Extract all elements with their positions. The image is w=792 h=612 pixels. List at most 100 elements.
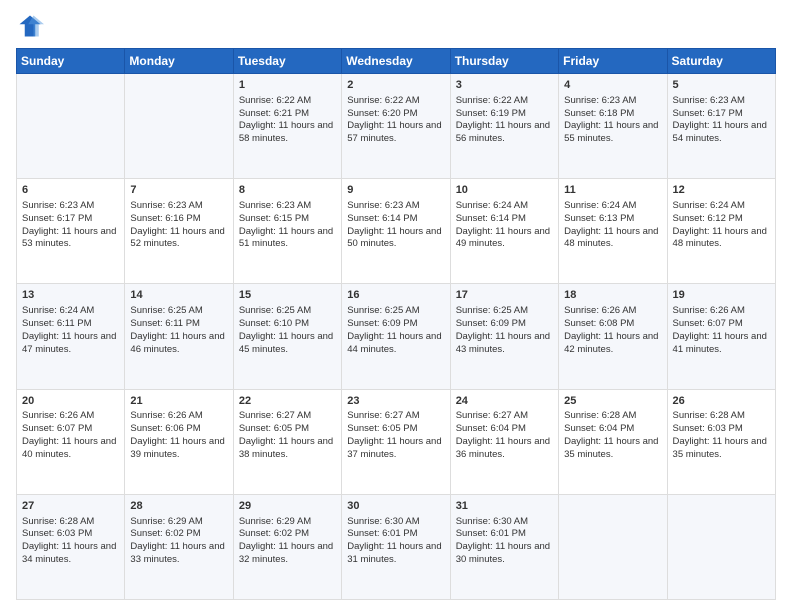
day-cell: 22Sunrise: 6:27 AMSunset: 6:05 PMDayligh… (233, 389, 341, 494)
day-cell: 20Sunrise: 6:26 AMSunset: 6:07 PMDayligh… (17, 389, 125, 494)
day-info: Sunrise: 6:28 AMSunset: 6:04 PMDaylight:… (564, 410, 658, 459)
day-cell (667, 494, 775, 599)
day-number: 24 (456, 394, 553, 409)
day-number: 20 (22, 394, 119, 409)
weekday-header-saturday: Saturday (667, 49, 775, 74)
day-cell: 5 Sunrise: 6:23 AMSunset: 6:17 PMDaylight… (667, 74, 775, 179)
day-cell: 4Sunrise: 6:23 AMSunset: 6:18 PMDaylight… (559, 74, 667, 179)
day-info: Sunrise: 6:25 AMSunset: 6:09 PMDaylight:… (347, 305, 441, 354)
weekday-header-sunday: Sunday (17, 49, 125, 74)
day-number: 4 (564, 78, 661, 93)
day-cell: 19 Sunrise: 6:26 AMSunset: 6:07 PMDayligh… (667, 284, 775, 389)
day-cell: 6Sunrise: 6:23 AMSunset: 6:17 PMDaylight… (17, 179, 125, 284)
day-cell: 21Sunrise: 6:26 AMSunset: 6:06 PMDayligh… (125, 389, 233, 494)
day-number: 31 (456, 499, 553, 514)
day-cell: 13Sunrise: 6:24 AMSunset: 6:11 PMDayligh… (17, 284, 125, 389)
day-cell: 24Sunrise: 6:27 AMSunset: 6:04 PMDayligh… (450, 389, 558, 494)
day-info: Sunrise: 6:23 AMSunset: 6:17 PMDaylight:… (673, 95, 767, 144)
day-number: 7 (130, 183, 227, 198)
day-cell: 17Sunrise: 6:25 AMSunset: 6:09 PMDayligh… (450, 284, 558, 389)
weekday-header-monday: Monday (125, 49, 233, 74)
calendar-header: SundayMondayTuesdayWednesdayThursdayFrid… (17, 49, 776, 74)
day-info: Sunrise: 6:26 AMSunset: 6:07 PMDaylight:… (22, 410, 116, 459)
day-cell: 7 Sunrise: 6:23 AMSunset: 6:16 PMDaylight… (125, 179, 233, 284)
day-number: 9 (347, 183, 444, 198)
day-info: Sunrise: 6:22 AMSunset: 6:21 PMDaylight:… (239, 95, 333, 144)
day-info: Sunrise: 6:27 AMSunset: 6:05 PMDaylight:… (347, 410, 441, 459)
day-info: Sunrise: 6:22 AMSunset: 6:20 PMDaylight:… (347, 95, 441, 144)
day-cell (125, 74, 233, 179)
day-number: 3 (456, 78, 553, 93)
week-row-5: 27 Sunrise: 6:28 AMSunset: 6:03 PMDayligh… (17, 494, 776, 599)
day-number: 13 (22, 288, 119, 303)
day-number: 27 (22, 499, 119, 514)
day-cell: 1Sunrise: 6:22 AMSunset: 6:21 PMDaylight… (233, 74, 341, 179)
day-number: 14 (130, 288, 227, 303)
day-number: 15 (239, 288, 336, 303)
day-number: 19 (673, 288, 770, 303)
day-number: 29 (239, 499, 336, 514)
day-info: Sunrise: 6:26 AMSunset: 6:08 PMDaylight:… (564, 305, 658, 354)
day-cell: 3Sunrise: 6:22 AMSunset: 6:19 PMDaylight… (450, 74, 558, 179)
day-cell: 11 Sunrise: 6:24 AMSunset: 6:13 PMDayligh… (559, 179, 667, 284)
day-info: Sunrise: 6:23 AMSunset: 6:15 PMDaylight:… (239, 200, 333, 249)
week-row-2: 6Sunrise: 6:23 AMSunset: 6:17 PMDaylight… (17, 179, 776, 284)
day-cell: 28 Sunrise: 6:29 AMSunset: 6:02 PMDayligh… (125, 494, 233, 599)
calendar: SundayMondayTuesdayWednesdayThursdayFrid… (16, 48, 776, 600)
logo-icon (16, 12, 44, 40)
day-info: Sunrise: 6:25 AMSunset: 6:10 PMDaylight:… (239, 305, 333, 354)
day-number: 10 (456, 183, 553, 198)
page: SundayMondayTuesdayWednesdayThursdayFrid… (0, 0, 792, 612)
day-info: Sunrise: 6:30 AMSunset: 6:01 PMDaylight:… (456, 516, 550, 565)
day-cell: 9 Sunrise: 6:23 AMSunset: 6:14 PMDaylight… (342, 179, 450, 284)
day-info: Sunrise: 6:29 AMSunset: 6:02 PMDaylight:… (239, 516, 333, 565)
day-cell: 29 Sunrise: 6:29 AMSunset: 6:02 PMDayligh… (233, 494, 341, 599)
day-cell: 25Sunrise: 6:28 AMSunset: 6:04 PMDayligh… (559, 389, 667, 494)
day-number: 5 (673, 78, 770, 93)
header (16, 12, 776, 40)
day-number: 2 (347, 78, 444, 93)
weekday-row: SundayMondayTuesdayWednesdayThursdayFrid… (17, 49, 776, 74)
calendar-body: 1Sunrise: 6:22 AMSunset: 6:21 PMDaylight… (17, 74, 776, 600)
day-cell: 23Sunrise: 6:27 AMSunset: 6:05 PMDayligh… (342, 389, 450, 494)
day-info: Sunrise: 6:27 AMSunset: 6:05 PMDaylight:… (239, 410, 333, 459)
day-cell: 26Sunrise: 6:28 AMSunset: 6:03 PMDayligh… (667, 389, 775, 494)
day-number: 12 (673, 183, 770, 198)
day-number: 18 (564, 288, 661, 303)
day-cell: 15 Sunrise: 6:25 AMSunset: 6:10 PMDayligh… (233, 284, 341, 389)
day-cell: 8 Sunrise: 6:23 AMSunset: 6:15 PMDaylight… (233, 179, 341, 284)
day-info: Sunrise: 6:26 AMSunset: 6:06 PMDaylight:… (130, 410, 224, 459)
day-info: Sunrise: 6:23 AMSunset: 6:14 PMDaylight:… (347, 200, 441, 249)
day-info: Sunrise: 6:24 AMSunset: 6:12 PMDaylight:… (673, 200, 767, 249)
day-number: 11 (564, 183, 661, 198)
day-info: Sunrise: 6:24 AMSunset: 6:14 PMDaylight:… (456, 200, 550, 249)
day-number: 16 (347, 288, 444, 303)
day-info: Sunrise: 6:29 AMSunset: 6:02 PMDaylight:… (130, 516, 224, 565)
logo (16, 12, 48, 40)
day-number: 22 (239, 394, 336, 409)
day-cell: 27 Sunrise: 6:28 AMSunset: 6:03 PMDayligh… (17, 494, 125, 599)
day-number: 30 (347, 499, 444, 514)
day-info: Sunrise: 6:23 AMSunset: 6:16 PMDaylight:… (130, 200, 224, 249)
day-number: 8 (239, 183, 336, 198)
day-number: 26 (673, 394, 770, 409)
day-info: Sunrise: 6:26 AMSunset: 6:07 PMDaylight:… (673, 305, 767, 354)
day-cell (17, 74, 125, 179)
day-info: Sunrise: 6:30 AMSunset: 6:01 PMDaylight:… (347, 516, 441, 565)
day-number: 6 (22, 183, 119, 198)
day-number: 25 (564, 394, 661, 409)
week-row-3: 13Sunrise: 6:24 AMSunset: 6:11 PMDayligh… (17, 284, 776, 389)
day-info: Sunrise: 6:28 AMSunset: 6:03 PMDaylight:… (22, 516, 116, 565)
day-number: 23 (347, 394, 444, 409)
day-cell (559, 494, 667, 599)
day-info: Sunrise: 6:24 AMSunset: 6:13 PMDaylight:… (564, 200, 658, 249)
day-cell: 10 Sunrise: 6:24 AMSunset: 6:14 PMDayligh… (450, 179, 558, 284)
day-number: 28 (130, 499, 227, 514)
week-row-4: 20Sunrise: 6:26 AMSunset: 6:07 PMDayligh… (17, 389, 776, 494)
day-number: 21 (130, 394, 227, 409)
day-info: Sunrise: 6:28 AMSunset: 6:03 PMDaylight:… (673, 410, 767, 459)
day-number: 17 (456, 288, 553, 303)
weekday-header-friday: Friday (559, 49, 667, 74)
day-cell: 14Sunrise: 6:25 AMSunset: 6:11 PMDayligh… (125, 284, 233, 389)
day-cell: 18 Sunrise: 6:26 AMSunset: 6:08 PMDayligh… (559, 284, 667, 389)
